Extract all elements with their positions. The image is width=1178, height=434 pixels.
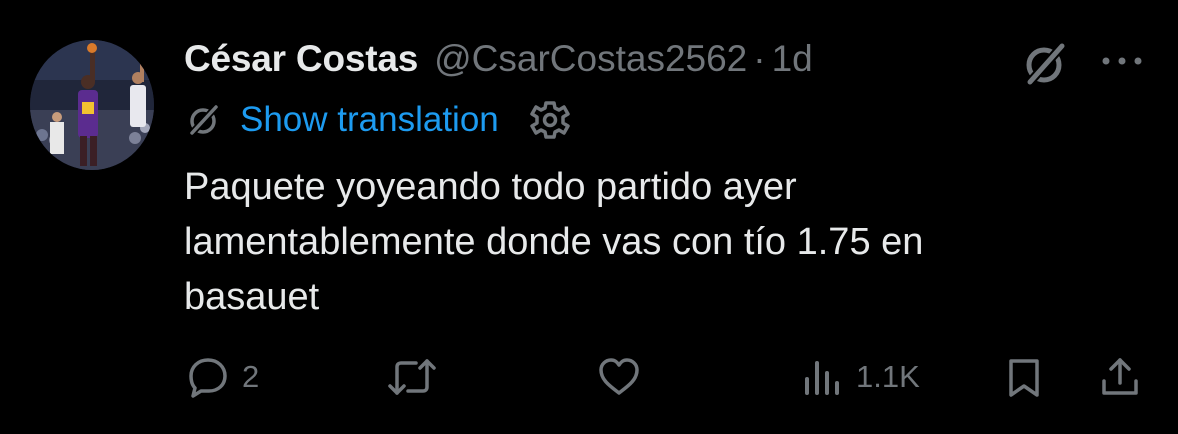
views-icon <box>802 355 844 399</box>
reply-icon <box>186 355 230 399</box>
bookmark-icon <box>1004 355 1044 399</box>
views-button[interactable]: 1.1K <box>802 350 920 404</box>
author-handle[interactable]: @CsarCostas2562 <box>434 38 747 80</box>
author-name[interactable]: César Costas <box>184 38 418 80</box>
share-button[interactable] <box>1098 350 1142 404</box>
views-count: 1.1K <box>856 359 920 394</box>
show-translation-link[interactable]: Show translation <box>240 100 499 140</box>
tweet[interactable]: César Costas @CsarCostas2562 · 1d Show t… <box>0 0 1178 434</box>
tweet-header: César Costas @CsarCostas2562 · 1d <box>184 34 813 84</box>
avatar[interactable] <box>30 40 154 170</box>
grok-icon[interactable] <box>1018 38 1070 90</box>
settings-icon[interactable] <box>529 99 571 141</box>
action-bar: 2 1.1K <box>0 350 1178 404</box>
tweet-text: Paquete yoyeando todo partido ayer lamen… <box>184 166 924 318</box>
retweet-button[interactable] <box>386 350 438 404</box>
separator-dot: · <box>753 38 766 79</box>
translation-row: Show translation <box>184 96 571 144</box>
like-icon <box>596 355 642 399</box>
grok-icon <box>184 101 222 139</box>
reply-button[interactable]: 2 <box>186 350 259 404</box>
more-icon[interactable] <box>1096 46 1148 76</box>
share-icon <box>1098 355 1142 399</box>
bookmark-button[interactable] <box>1004 350 1044 404</box>
retweet-icon <box>386 355 438 399</box>
timestamp[interactable]: 1d <box>772 38 813 80</box>
reply-count: 2 <box>242 359 260 394</box>
avatar-image <box>30 40 154 170</box>
like-button[interactable] <box>596 350 642 404</box>
